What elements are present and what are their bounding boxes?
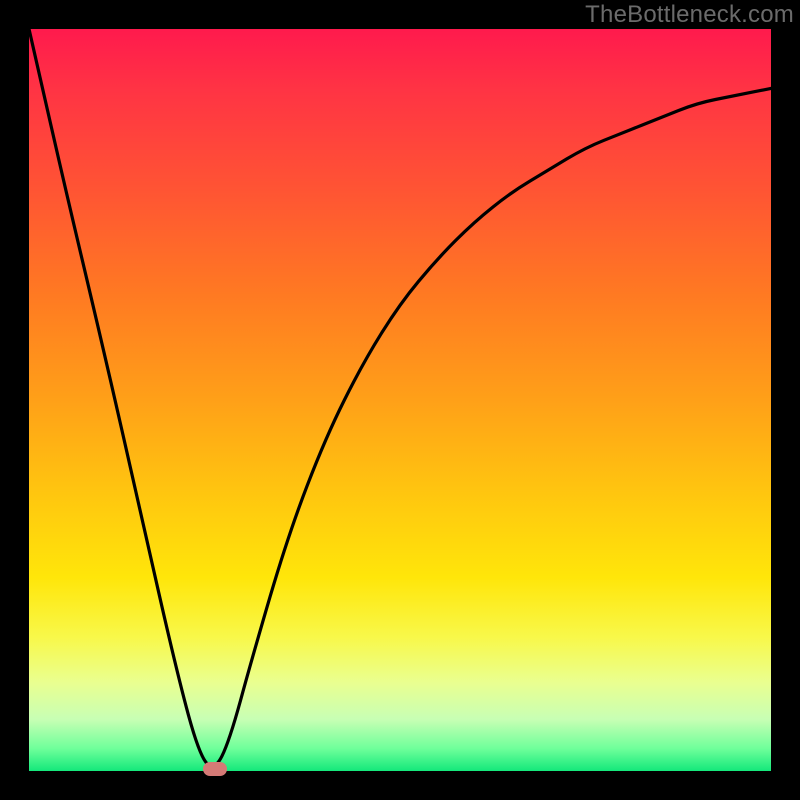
chart-frame: TheBottleneck.com xyxy=(0,0,800,800)
plot-area xyxy=(29,29,771,771)
bottleneck-curve xyxy=(29,29,771,771)
watermark-label: TheBottleneck.com xyxy=(585,1,794,29)
minimum-marker xyxy=(203,762,227,776)
